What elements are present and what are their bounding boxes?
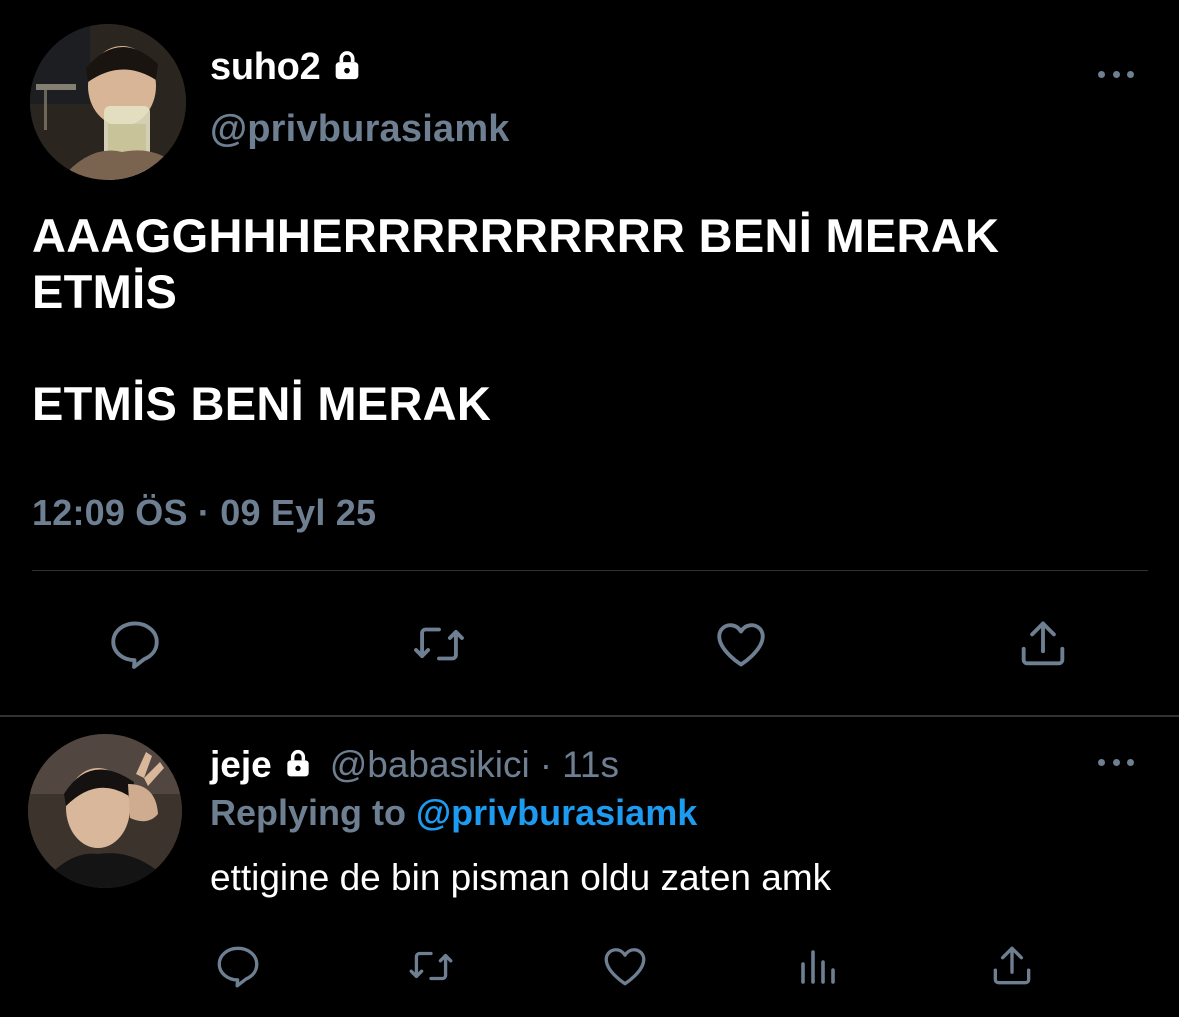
reply-time[interactable]: 11s <box>562 744 619 786</box>
avatar[interactable] <box>30 24 186 180</box>
lock-icon <box>330 48 364 87</box>
lock-icon <box>282 747 314 784</box>
like-icon[interactable] <box>706 612 776 676</box>
tweet-text-line: AAAGGHHHERRRRRRRRRR BENİ MERAK <box>32 209 1000 262</box>
divider <box>32 570 1148 571</box>
reply-icon[interactable] <box>100 612 170 676</box>
tweet-text-line <box>32 320 1152 376</box>
tweet-thread: suho2 @privburasiamk AAAGGHHHERRRRRRRRRR… <box>0 0 1179 1017</box>
divider <box>0 715 1179 717</box>
reply-avatar[interactable] <box>28 734 182 888</box>
replying-to-mention[interactable]: @privburasiamk <box>416 792 697 833</box>
retweet-icon[interactable] <box>404 612 474 676</box>
timestamp[interactable]: 12:09 ÖS · 09 Eyl 25 <box>32 492 376 534</box>
reply-author-row: jeje @babasikici · 11s <box>210 741 619 789</box>
meta-separator: · <box>539 744 553 785</box>
reply-display-name[interactable]: jeje <box>210 744 272 786</box>
reply-text: ettigine de bin pisman oldu zaten amk <box>210 857 832 898</box>
display-name[interactable]: suho2 <box>210 46 321 89</box>
like-icon[interactable] <box>597 938 653 994</box>
tweet-text-line: ETMİS <box>32 265 178 318</box>
share-icon[interactable] <box>1008 612 1078 676</box>
tweet-text: AAAGGHHHERRRRRRRRRR BENİ MERAK ETMİS ETM… <box>32 208 1152 432</box>
reply-handle[interactable]: @babasikici <box>330 744 530 786</box>
author-row: suho2 <box>210 42 364 92</box>
more-options-icon[interactable] <box>1094 62 1138 86</box>
analytics-icon[interactable] <box>791 938 847 994</box>
replying-to-label: Replying to <box>210 792 406 833</box>
retweet-icon[interactable] <box>401 938 461 994</box>
handle[interactable]: @privburasiamk <box>210 108 510 151</box>
replying-to: Replying to @privburasiamk <box>210 792 697 834</box>
reply-icon[interactable] <box>210 938 266 994</box>
more-options-icon[interactable] <box>1094 750 1138 774</box>
tweet-text-line: ETMİS BENİ MERAK <box>32 377 492 430</box>
share-icon[interactable] <box>984 938 1040 994</box>
